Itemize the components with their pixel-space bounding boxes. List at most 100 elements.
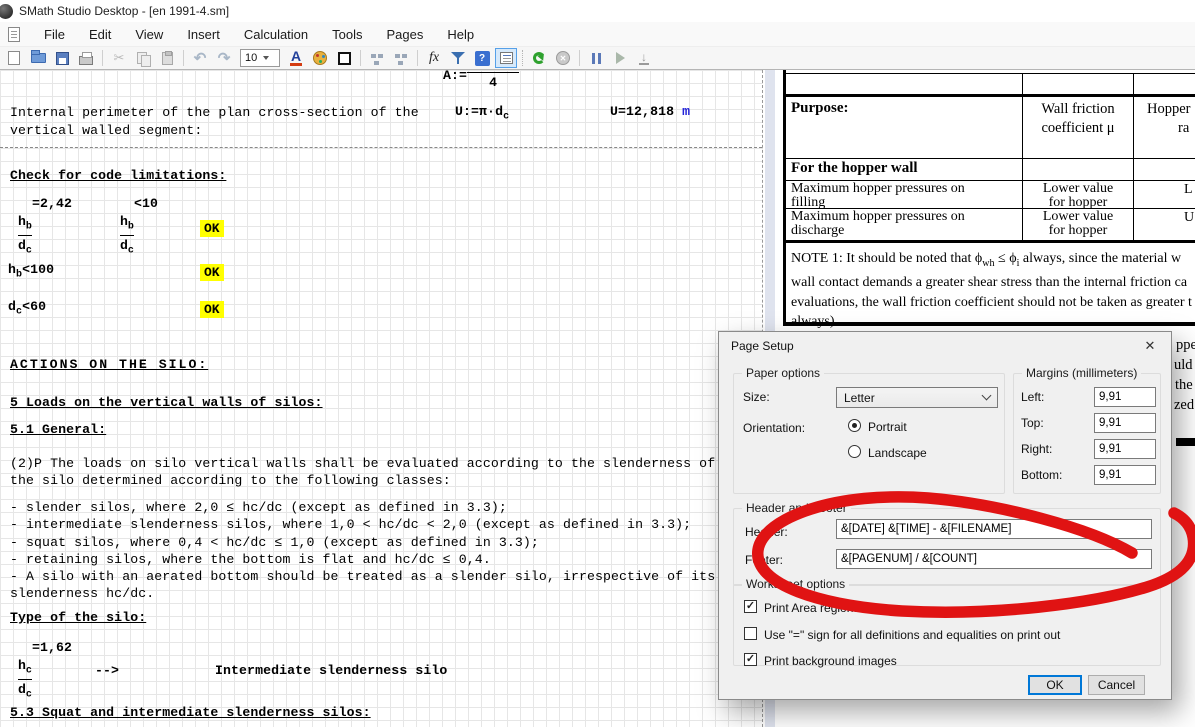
title-bar: SMath Studio Desktop - [en 1991-4.sm]: [0, 0, 1195, 22]
portrait-radio-label[interactable]: Portrait: [868, 420, 907, 434]
heading-code-limitations[interactable]: Check for code limitations:: [10, 168, 226, 183]
formula-u-definition[interactable]: U:=π·dc: [455, 102, 509, 123]
stop-button[interactable]: ✕: [552, 48, 574, 68]
menu-edit[interactable]: Edit: [89, 27, 111, 42]
filter-button[interactable]: [447, 48, 469, 68]
portrait-radio[interactable]: [848, 419, 861, 432]
ok-button[interactable]: OK: [1028, 675, 1082, 695]
chevron-down-icon: [982, 391, 992, 401]
page-setup-dialog: Page Setup ✕ Paper options Size: Letter …: [718, 331, 1172, 700]
formula-area-partial[interactable]: A:=4: [443, 66, 519, 90]
footer-input[interactable]: [836, 549, 1152, 569]
margin-top-input[interactable]: [1094, 413, 1156, 433]
u-result-unit: m: [682, 104, 690, 119]
font-color-button[interactable]: A: [285, 48, 307, 68]
menu-help[interactable]: Help: [447, 27, 474, 42]
toolbar-grip: [522, 50, 523, 66]
formula-check1[interactable]: hbdc=2,42: [18, 196, 72, 256]
table-header-purpose: Purpose:: [791, 100, 1016, 117]
margin-right-label: Right:: [1021, 442, 1052, 456]
list-item[interactable]: - intermediate slenderness silos, where …: [10, 517, 691, 532]
margins-label: Margins (millimeters): [1022, 366, 1141, 380]
formula-check1-limit[interactable]: hbdc<10: [120, 196, 158, 256]
heading-general[interactable]: 5.1 General:: [10, 422, 106, 437]
menu-pages[interactable]: Pages: [387, 27, 424, 42]
heading-loads[interactable]: 5 Loads on the vertical walls of silos:: [10, 395, 323, 410]
side-panel-toggle-button[interactable]: [495, 48, 517, 68]
list-item[interactable]: - slender silos, where 2,0 ≤ hc/dc (exce…: [10, 500, 507, 515]
menu-tools[interactable]: Tools: [332, 27, 362, 42]
table-header-wall-friction: Wall friction coefficient μ: [1023, 100, 1133, 138]
redo-button[interactable]: ↷: [213, 48, 235, 68]
list-item[interactable]: slenderness hc/dc.: [10, 586, 154, 601]
text-region[interactable]: (2)P The loads on silo vertical walls sh…: [10, 456, 715, 471]
print-background-images-checkbox[interactable]: ✓: [744, 653, 757, 666]
copy-button[interactable]: [132, 48, 154, 68]
landscape-radio-label[interactable]: Landscape: [868, 446, 927, 460]
open-folder-icon: [31, 53, 46, 63]
filter-icon: [451, 51, 465, 65]
clipped-text-fragment: uld: [1174, 357, 1193, 374]
menu-calculation[interactable]: Calculation: [244, 27, 308, 42]
type-result-text[interactable]: Intermediate slenderness silo: [215, 663, 447, 678]
paper-size-select[interactable]: Letter: [836, 387, 998, 408]
header-label: Header:: [745, 525, 788, 539]
heading-squat[interactable]: 5.3 Squat and intermediate slenderness s…: [10, 705, 371, 720]
play-button[interactable]: [609, 48, 631, 68]
text-region[interactable]: Internal perimeter of the plan cross-sec…: [10, 105, 419, 120]
menu-file[interactable]: File: [44, 27, 65, 42]
formula-u-result[interactable]: U=12,818 m: [610, 102, 690, 120]
table-header-hopper: Hopper ra: [1134, 100, 1195, 138]
undo-button[interactable]: ↶: [189, 48, 211, 68]
print-icon: [79, 56, 93, 65]
print-button[interactable]: [75, 48, 97, 68]
open-button[interactable]: [27, 48, 49, 68]
palette-button[interactable]: [309, 48, 331, 68]
table-cell: L: [1184, 182, 1195, 198]
window-title: SMath Studio Desktop - [en 1991-4.sm]: [19, 4, 229, 18]
new-document-icon: [8, 51, 20, 65]
ok-badge: OK: [200, 264, 224, 281]
header-input[interactable]: [836, 519, 1152, 539]
cut-button[interactable]: ✂: [108, 48, 130, 68]
formula-check3[interactable]: dc<60: [8, 299, 46, 318]
print-area-regions-checkbox[interactable]: ✓: [744, 600, 757, 613]
use-equals-sign-checkbox[interactable]: [744, 627, 757, 640]
heading-actions[interactable]: ACTIONS ON THE SILO:: [10, 357, 208, 372]
print-area-regions-label[interactable]: Print Area regions: [764, 601, 859, 615]
text-region[interactable]: vertical walled segment:: [10, 123, 202, 138]
menu-insert[interactable]: Insert: [187, 27, 220, 42]
border-button[interactable]: [333, 48, 355, 68]
list-item[interactable]: - retaining silos, where the bottom is f…: [10, 552, 491, 567]
list-item[interactable]: - A silo with an aerated bottom should b…: [10, 569, 715, 584]
save-button[interactable]: [51, 48, 73, 68]
text-region[interactable]: the silo determined according to the fol…: [10, 473, 451, 488]
document-icon[interactable]: [8, 27, 20, 42]
pause-button[interactable]: [585, 48, 607, 68]
margin-right-input[interactable]: [1094, 439, 1156, 459]
list-item[interactable]: - squat silos, where 0,4 < hc/dc ≤ 1,0 (…: [10, 535, 539, 550]
align-horizontal-button[interactable]: [366, 48, 388, 68]
paste-button[interactable]: [156, 48, 178, 68]
align-vertical-button[interactable]: [390, 48, 412, 68]
heading-type-of-silo[interactable]: Type of the silo:: [10, 610, 146, 625]
print-background-images-label[interactable]: Print background images: [764, 654, 897, 668]
help-book-button[interactable]: ?: [471, 48, 493, 68]
recalculate-button[interactable]: [528, 48, 550, 68]
step-down-button[interactable]: ↓: [633, 48, 655, 68]
landscape-radio[interactable]: [848, 445, 861, 458]
formula-check2[interactable]: hb<100: [8, 262, 54, 281]
font-size-select[interactable]: 10: [240, 49, 280, 67]
close-button[interactable]: ✕: [1137, 336, 1163, 356]
undo-icon: ↶: [194, 49, 207, 67]
cancel-button[interactable]: Cancel: [1088, 675, 1145, 695]
table-border: [783, 70, 786, 326]
formula-lhs: A:=: [443, 68, 467, 83]
margin-bottom-input[interactable]: [1094, 465, 1156, 485]
new-document-button[interactable]: [3, 48, 25, 68]
menu-view[interactable]: View: [135, 27, 163, 42]
function-button[interactable]: fx: [423, 48, 445, 68]
use-equals-sign-label[interactable]: Use "=" sign for all definitions and equ…: [764, 628, 1060, 642]
formula-type[interactable]: hcdc=1,62: [18, 640, 72, 700]
margin-left-input[interactable]: [1094, 387, 1156, 407]
